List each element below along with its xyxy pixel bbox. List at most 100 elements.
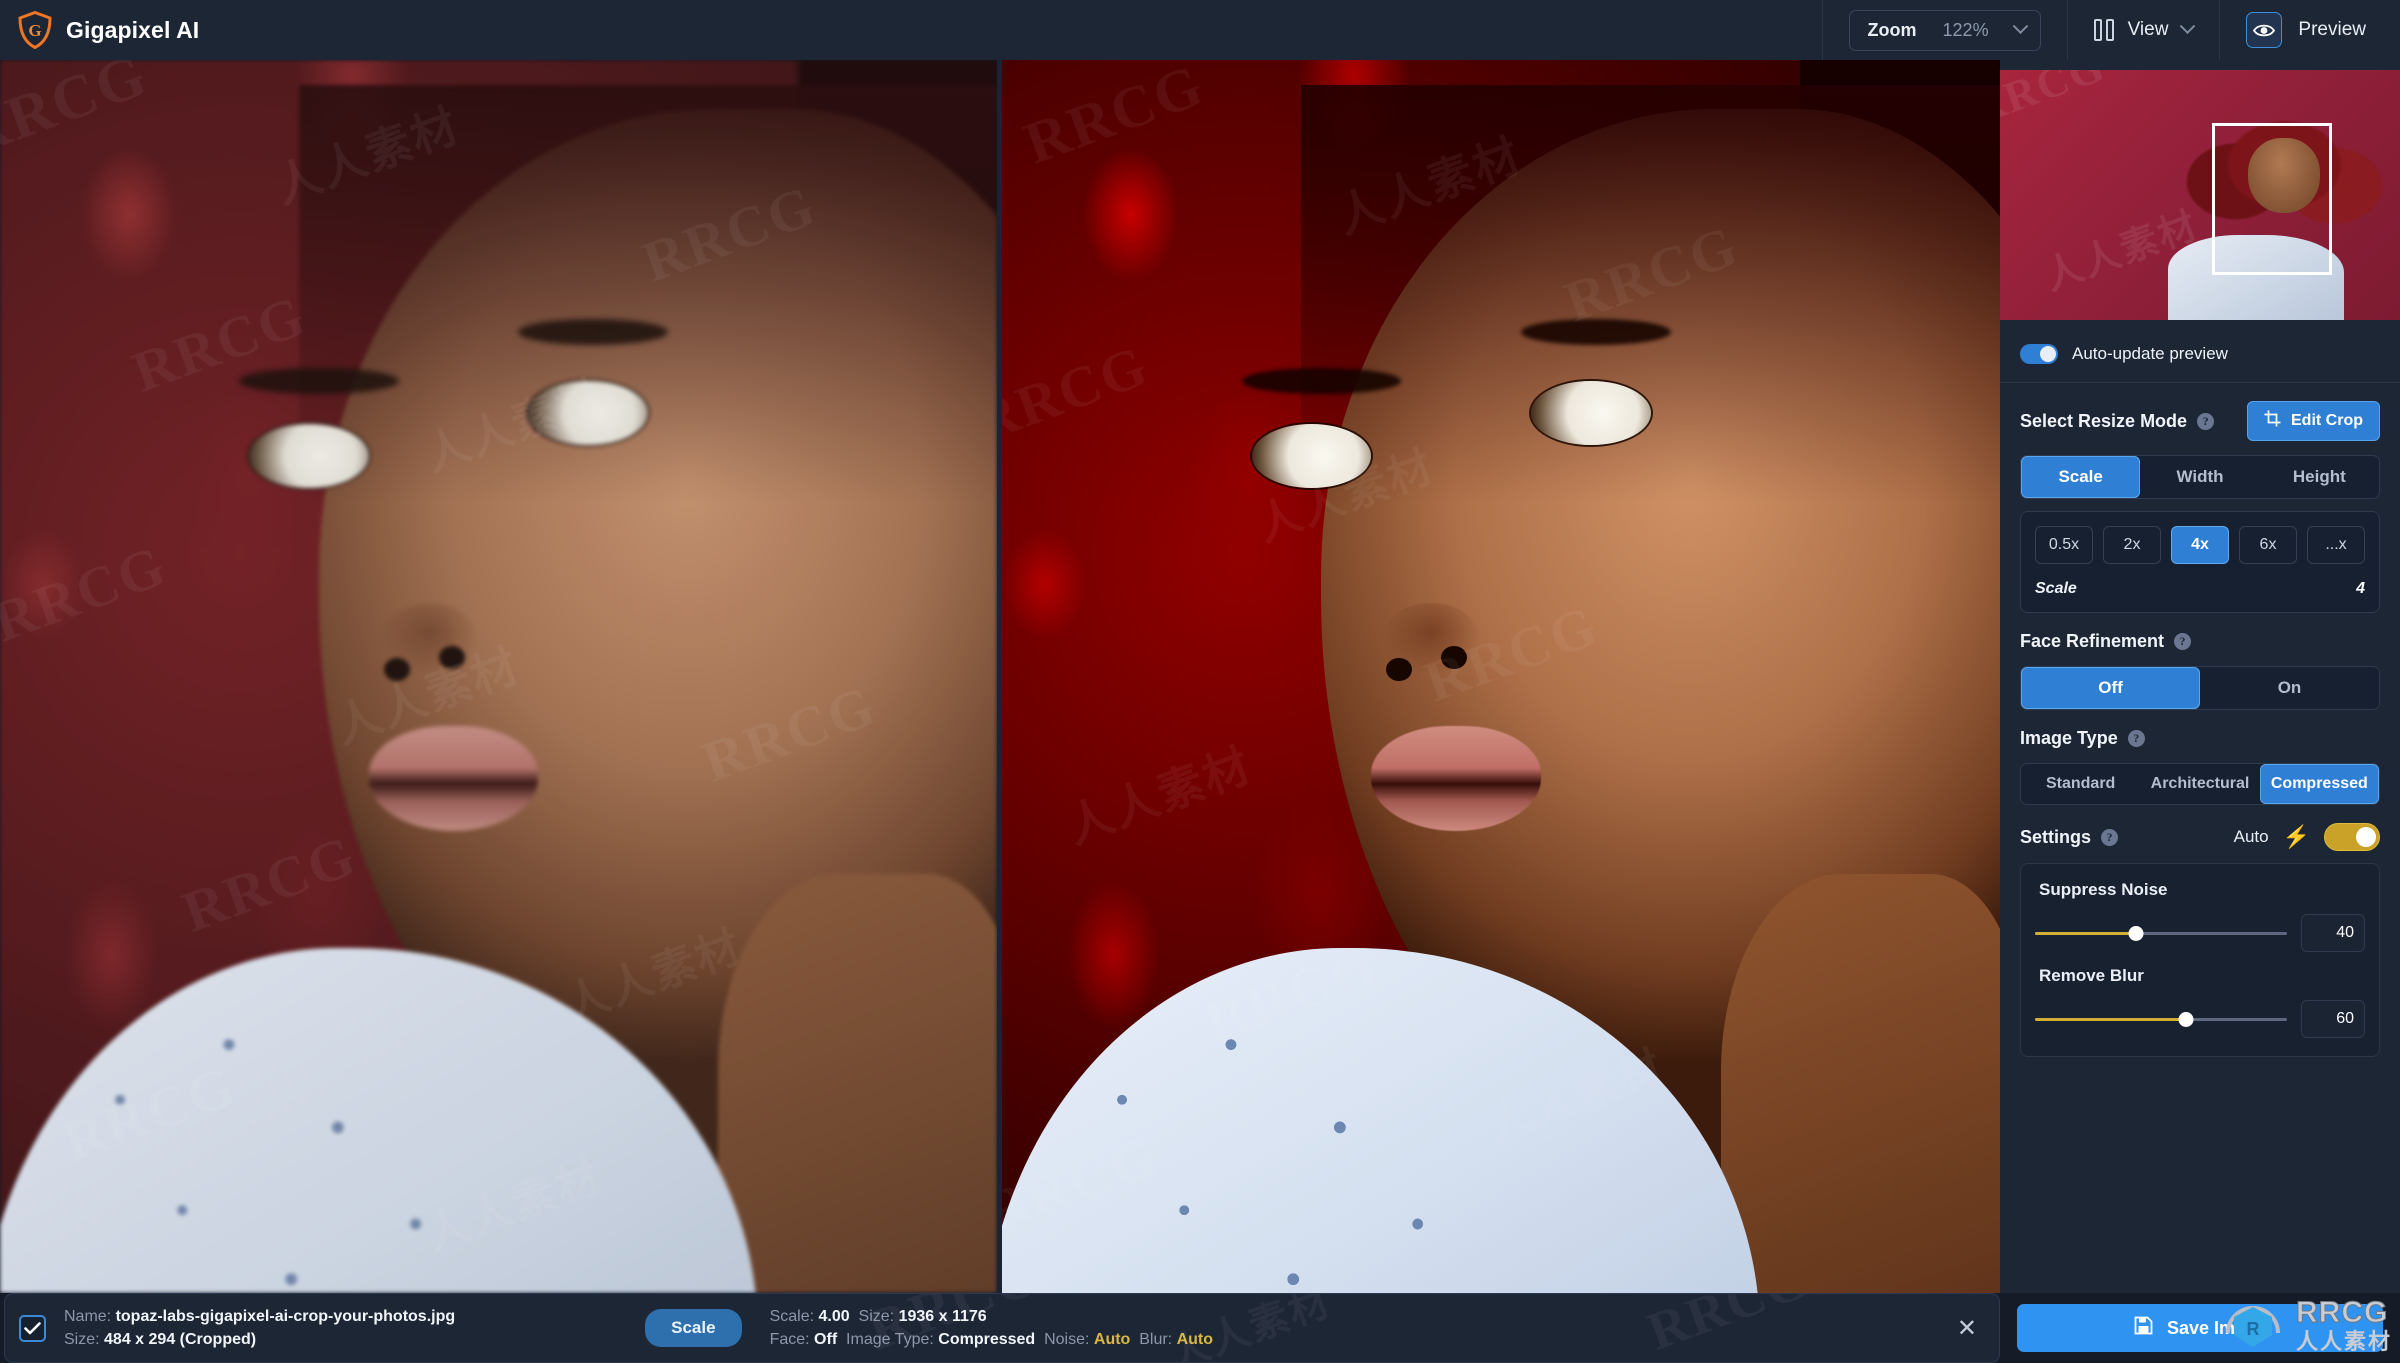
proc-scale-value: 4.00 [818, 1307, 850, 1325]
proc-size-key: Size: [858, 1307, 895, 1325]
face-refinement-section: Face Refinement ? Off On [2000, 613, 2400, 710]
app-title: Gigapixel AI [66, 16, 200, 43]
toolbar-right-group: Zoom 122% View Preview [1821, 0, 2400, 60]
file-name-key: Name: [64, 1307, 112, 1325]
settings-scroll-region: Auto-update preview Select Resize Mode ? [2000, 330, 2400, 1293]
image-type-architectural[interactable]: Architectural [2140, 764, 2259, 804]
zoom-dropdown[interactable]: Zoom 122% [1848, 9, 2041, 51]
top-toolbar: G Gigapixel AI Zoom 122% View Preview [0, 0, 2400, 60]
resize-mode-title: Select Resize Mode [2020, 410, 2188, 431]
preview-toggle[interactable]: Preview [2220, 0, 2400, 60]
close-icon[interactable]: ✕ [1957, 1314, 1977, 1343]
scale-chip-custom[interactable]: ...x [2307, 526, 2365, 564]
scale-value: 4 [2356, 580, 2365, 597]
proc-noise-key: Noise: [1044, 1331, 1090, 1348]
zoom-label: Zoom [1867, 19, 1917, 40]
suppress-noise-slider-row[interactable]: 40 [2035, 914, 2365, 952]
proc-imagetype-key: Image Type: [846, 1331, 934, 1348]
resize-mode-section: Select Resize Mode ? Edit Crop Scale Wid… [2000, 383, 2400, 613]
enhanced-photo [1002, 60, 2000, 1293]
view-control-group[interactable]: View [2068, 0, 2220, 60]
question-mark-icon[interactable]: ? [2174, 633, 2192, 650]
view-label: View [2127, 19, 2169, 40]
scale-status-pill[interactable]: Scale [645, 1309, 742, 1347]
proc-face-value: Off [814, 1331, 838, 1348]
question-mark-icon[interactable]: ? [2197, 412, 2215, 430]
image-type-section: Image Type ? Standard Architectural Comp… [2000, 710, 2400, 805]
crop-icon [2264, 410, 2281, 432]
question-mark-icon[interactable]: ? [2101, 828, 2119, 846]
edit-crop-label: Edit Crop [2291, 412, 2363, 429]
proc-blur-value: Auto [1176, 1331, 1214, 1348]
image-compare-canvas[interactable]: RRCG 人人素材 RRCG 人人素材 RRCG 人人素材 RRCG 人人素材 … [0, 60, 2000, 1293]
eye-icon[interactable] [2246, 12, 2283, 48]
scale-chip-0.5x[interactable]: 0.5x [2035, 526, 2093, 564]
remove-blur-slider-row[interactable]: 60 [2035, 1000, 2365, 1038]
remove-blur-slider[interactable] [2035, 1011, 2287, 1027]
remove-blur-slider-block: Remove Blur 60 [2035, 966, 2365, 1038]
scale-value-label: Scale [2035, 580, 2077, 597]
view-dropdown[interactable]: View [2093, 17, 2196, 41]
zoom-control-group: Zoom 122% [1823, 0, 2067, 60]
scale-options-box: 0.5x 2x 4x 6x ...x Scale 4 [2020, 511, 2380, 613]
suppress-noise-slider[interactable] [2035, 925, 2287, 941]
settings-panel: RRCG 人人素材 Auto-update preview Select Res… [2000, 60, 2400, 1293]
chevron-down-icon [2180, 17, 2196, 34]
scale-chip-2x[interactable]: 2x [2103, 526, 2161, 564]
face-refinement-toggle-group[interactable]: Off On [2020, 666, 2380, 710]
image-type-compressed[interactable]: Compressed [2259, 764, 2379, 804]
image-type-standard[interactable]: Standard [2021, 764, 2140, 804]
settings-auto-group[interactable]: Auto ⚡ [2234, 823, 2380, 851]
proc-size-value: 1936 x 1176 [898, 1307, 987, 1325]
navigator-thumbnail-container[interactable]: RRCG 人人素材 [2000, 60, 2400, 330]
proc-scale-key: Scale: [769, 1307, 815, 1325]
original-image-pane[interactable]: RRCG 人人素材 RRCG 人人素材 RRCG 人人素材 RRCG 人人素材 … [0, 60, 997, 1293]
tab-height[interactable]: Height [2260, 456, 2379, 498]
settings-header: Settings ? Auto ⚡ [2000, 805, 2400, 851]
image-type-title: Image Type [2020, 728, 2118, 748]
settings-auto-toggle[interactable] [2324, 823, 2380, 851]
settings-title: Settings [2020, 826, 2092, 847]
resize-mode-header: Select Resize Mode ? Edit Crop [2020, 401, 2380, 441]
gigapixel-shield-logo: G [18, 10, 52, 50]
tab-width[interactable]: Width [2140, 456, 2259, 498]
save-image-button[interactable]: Save Image [2017, 1304, 2383, 1352]
image-type-group[interactable]: Standard Architectural Compressed [2020, 763, 2380, 805]
chevron-down-icon [2012, 17, 2028, 34]
face-refinement-header: Face Refinement ? [2020, 631, 2380, 652]
original-photo [0, 60, 997, 1293]
bottom-bar: Name: topaz-labs-gigapixel-ai-crop-your-… [0, 1293, 2400, 1363]
remove-blur-label: Remove Blur [2039, 966, 2144, 985]
proc-imagetype-value: Compressed [938, 1331, 1036, 1348]
face-refinement-off[interactable]: Off [2021, 667, 2200, 709]
question-mark-icon[interactable]: ? [2127, 730, 2145, 747]
split-view-icon [2093, 19, 2114, 41]
resize-mode-tabs[interactable]: Scale Width Height [2020, 455, 2380, 499]
edit-crop-button[interactable]: Edit Crop [2247, 401, 2380, 441]
app-branding: G Gigapixel AI [0, 10, 200, 50]
save-image-label: Save Image [2166, 1317, 2267, 1338]
file-status-bar: Name: topaz-labs-gigapixel-ai-crop-your-… [4, 1293, 2000, 1363]
proc-blur-key: Blur: [1139, 1331, 1173, 1348]
navigator-thumbnail[interactable]: RRCG 人人素材 [2000, 70, 2400, 320]
scale-chip-group[interactable]: 0.5x 2x 4x 6x ...x [2035, 526, 2365, 564]
checkmark-icon [24, 1321, 41, 1334]
file-size-value: 484 x 294 (Cropped) [104, 1331, 257, 1348]
scale-chip-4x[interactable]: 4x [2171, 526, 2229, 564]
scale-value-row: Scale 4 [2035, 580, 2365, 598]
scale-chip-6x[interactable]: 6x [2239, 526, 2297, 564]
face-refinement-on[interactable]: On [2200, 667, 2379, 709]
suppress-noise-value[interactable]: 40 [2301, 914, 2365, 952]
auto-update-preview-toggle[interactable] [2020, 344, 2058, 364]
processing-info: Scale: 4.00 Size: 1936 x 1176 Face: Off … [770, 1305, 1213, 1351]
lightning-bolt-icon: ⚡ [2282, 824, 2310, 849]
crop-selection-rectangle[interactable] [2212, 122, 2332, 275]
proc-face-key: Face: [769, 1331, 810, 1348]
tab-scale[interactable]: Scale [2021, 456, 2141, 498]
main-body: RRCG 人人素材 RRCG 人人素材 RRCG 人人素材 RRCG 人人素材 … [0, 60, 2400, 1293]
file-info: Name: topaz-labs-gigapixel-ai-crop-your-… [64, 1305, 455, 1351]
remove-blur-value[interactable]: 60 [2301, 1000, 2365, 1038]
file-select-checkbox[interactable] [19, 1314, 46, 1342]
auto-update-preview-row[interactable]: Auto-update preview [2000, 330, 2400, 382]
enhanced-image-pane[interactable]: RRCG 人人素材 RRCG 人人素材 RRCG 人人素材 RRCG 人人素材 … [1002, 60, 2000, 1293]
